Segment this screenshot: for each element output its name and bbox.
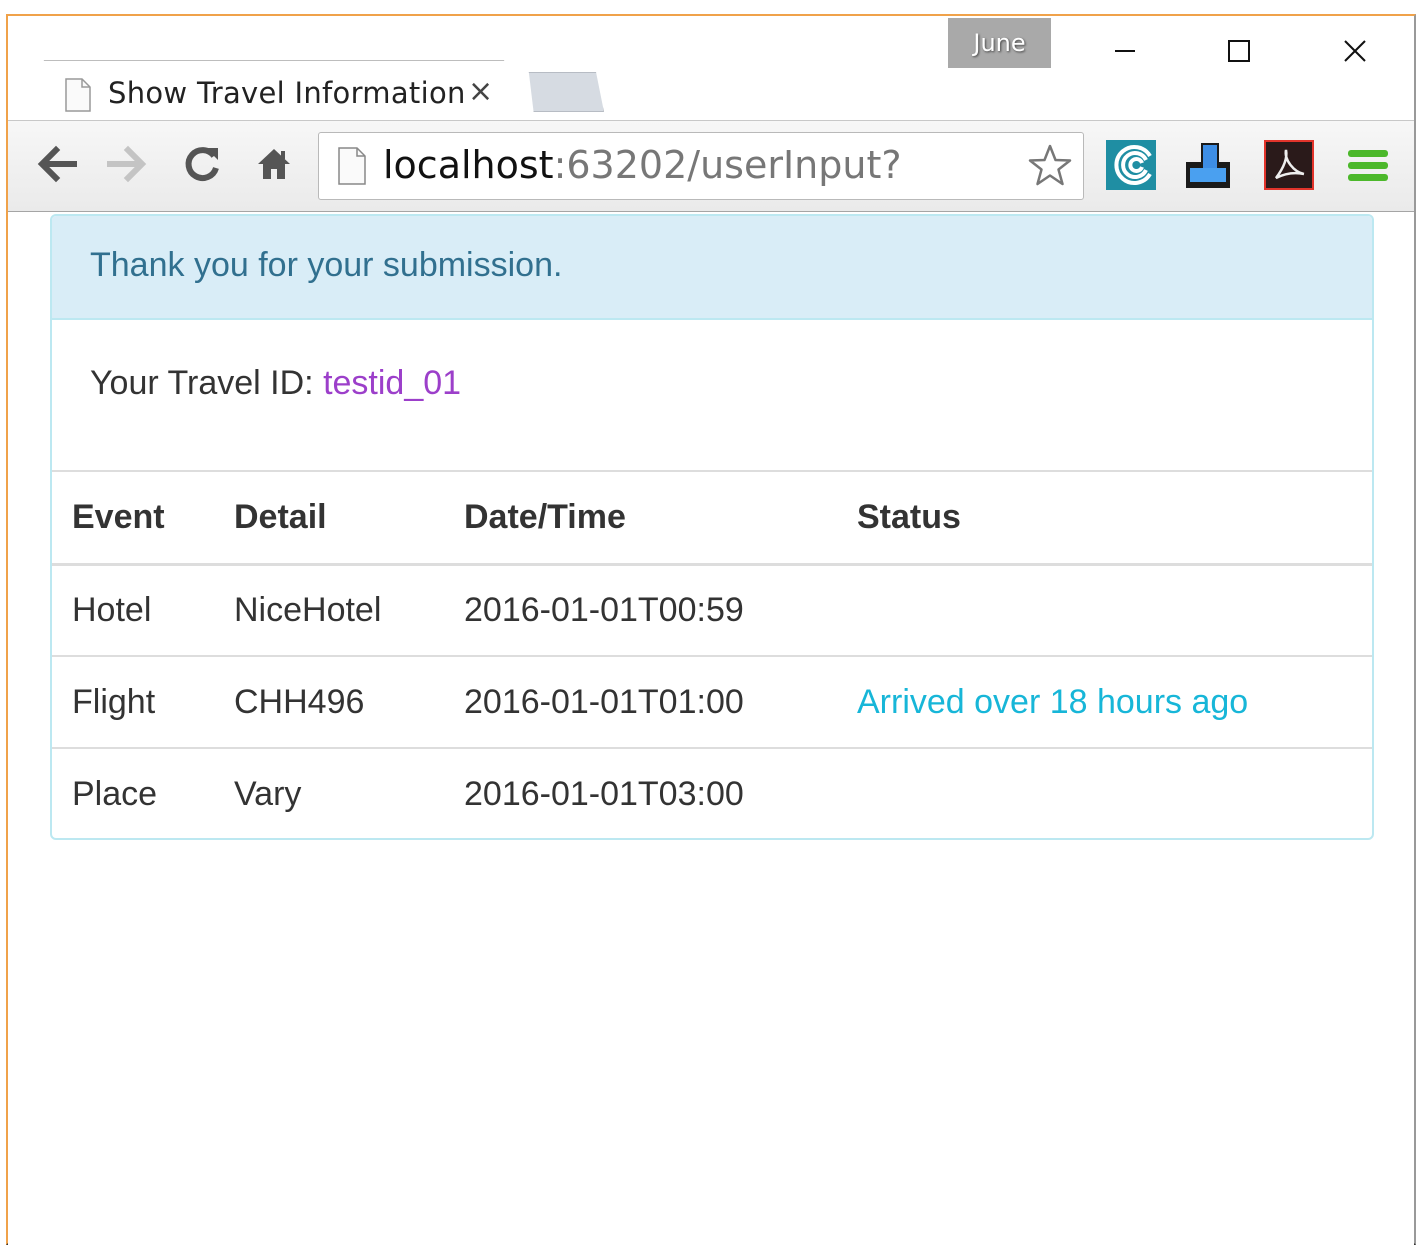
maximize-icon (1228, 40, 1250, 62)
forward-icon (107, 145, 147, 183)
cell-status (837, 564, 1372, 656)
submission-alert: Thank you for your submission. (52, 216, 1372, 320)
profile-button[interactable]: June (948, 18, 1051, 68)
cell-event: Place (52, 747, 214, 838)
extension-icon[interactable] (1264, 140, 1314, 190)
cell-datetime: 2016-01-01T00:59 (464, 590, 744, 629)
table-row: Hotel NiceHotel 2016-01-01T00:59 (52, 564, 1372, 656)
close-icon (1344, 40, 1366, 62)
close-window-button[interactable] (1320, 26, 1390, 76)
home-icon (258, 149, 290, 179)
table-row: Place Vary 2016-01-01T03:00 (52, 747, 1372, 838)
reload-button[interactable] (178, 140, 226, 188)
table-row: Flight CHH496 2016-01-01T01:00 Arrived o… (52, 655, 1372, 748)
page-icon (65, 78, 91, 112)
home-button[interactable] (250, 140, 298, 188)
header-datetime: Date/Time (444, 472, 837, 566)
header-event: Event (52, 472, 214, 566)
hamburger-menu-icon[interactable] (1344, 140, 1394, 190)
new-tab-button[interactable] (528, 72, 604, 112)
forward-button[interactable] (104, 140, 152, 188)
cell-datetime: 2016-01-01T03:00 (444, 747, 837, 838)
tab-close-button[interactable]: × (468, 74, 493, 109)
header-status: Status (837, 472, 1372, 566)
cell-detail: CHH496 (214, 655, 444, 748)
cell-event: Flight (52, 655, 214, 748)
travel-panel: Thank you for your submission. Your Trav… (50, 214, 1374, 840)
page-content: Thank you for your submission. Your Trav… (8, 212, 1414, 1245)
back-icon (37, 145, 77, 183)
header-detail: Detail (214, 472, 444, 566)
tab-title: Show Travel Information (108, 76, 466, 110)
cell-status: Arrived over 18 hours ago (837, 655, 1372, 748)
address-bar[interactable]: localhost:63202/userInput? (318, 132, 1084, 200)
page-icon (338, 147, 366, 185)
minimize-button[interactable] (1090, 26, 1160, 76)
browser-window: June Show Travel Information × localhost… (6, 14, 1416, 1245)
travel-id-section: Your Travel ID: testid_01 (52, 320, 1372, 472)
travel-table: Event Detail Date/Time Status Hotel Nice… (52, 472, 1372, 838)
cell-detail: NiceHotel (234, 590, 382, 629)
star-icon[interactable] (1027, 143, 1073, 189)
extension-icon[interactable] (1106, 140, 1156, 190)
back-button[interactable] (32, 140, 80, 188)
cell-event: Hotel (72, 590, 152, 629)
cell-detail: Vary (214, 747, 444, 838)
maximize-button[interactable] (1204, 26, 1274, 76)
table-header-row: Event Detail Date/Time Status (52, 472, 1372, 566)
url-text[interactable]: localhost:63202/userInput? (383, 143, 902, 187)
minimize-icon (1115, 50, 1135, 52)
travel-id-value: testid_01 (323, 364, 462, 402)
travel-id-label: Your Travel ID: (90, 364, 324, 402)
url-path: :63202/userInput? (553, 143, 902, 187)
reload-icon (185, 147, 219, 182)
cell-status (837, 747, 1372, 838)
url-host: localhost (383, 143, 554, 187)
cell-datetime: 2016-01-01T01:00 (444, 655, 837, 748)
title-bar: June Show Travel Information × (8, 16, 1414, 124)
extension-icon[interactable] (1184, 140, 1234, 190)
